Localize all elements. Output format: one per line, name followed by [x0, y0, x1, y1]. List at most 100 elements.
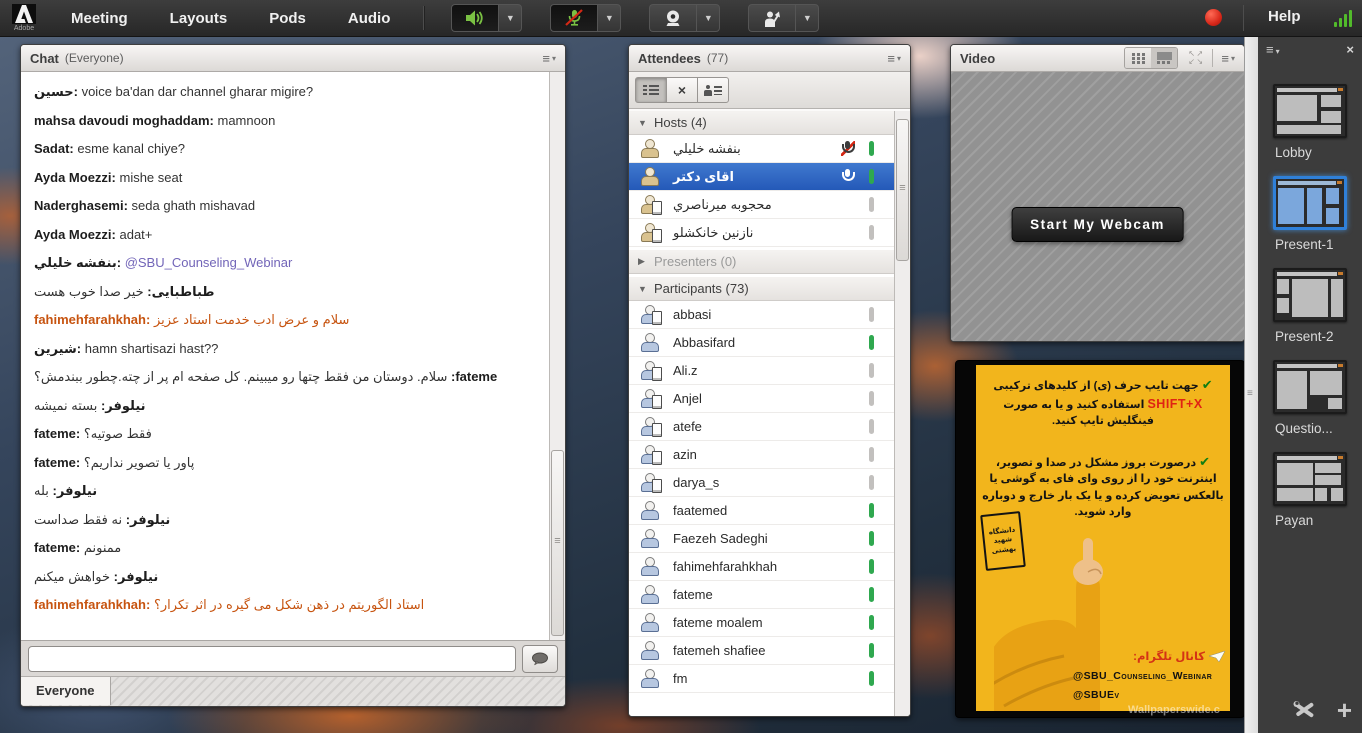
menu-audio[interactable]: Audio	[348, 10, 391, 27]
menu-meeting[interactable]: Meeting	[71, 10, 128, 27]
attendee-row[interactable]: fm	[629, 665, 895, 693]
attendee-status-bar	[869, 475, 874, 490]
attendee-status-bar	[869, 335, 874, 350]
attendee-avatar-icon	[639, 501, 661, 520]
webcam-button[interactable]	[649, 4, 696, 32]
raise-hand-dropdown[interactable]: ▼	[795, 4, 819, 32]
telegram-handle-2: @SBUEv	[1073, 689, 1225, 701]
add-layout-button[interactable]: +	[1337, 699, 1352, 721]
layout-thumbnail[interactable]	[1273, 452, 1347, 506]
layout-thumbnail[interactable]	[1273, 268, 1347, 322]
attendee-row[interactable]: بنفشه خليلي	[629, 135, 895, 163]
chat-pod-menu-button[interactable]: ≡▾	[542, 52, 556, 65]
speaker-dropdown[interactable]: ▼	[498, 4, 522, 32]
speaker-button[interactable]	[451, 4, 498, 32]
attendee-row[interactable]: fateme moalem	[629, 609, 895, 637]
attendee-status-bar	[869, 643, 874, 658]
chat-message-text: hamn shartisazi hast??	[85, 341, 219, 356]
mic-dropdown[interactable]: ▼	[597, 4, 621, 32]
layout-item-payan[interactable]: Payan	[1273, 452, 1347, 528]
everyone-tab[interactable]: Everyone	[21, 677, 111, 705]
status-view-button[interactable]	[697, 77, 729, 103]
chat-message: fateme: سلام. دوستان من فقط چتها رو میبی…	[34, 369, 536, 384]
chat-scrollbar-thumb[interactable]	[551, 450, 564, 636]
chat-message: Ayda Moezzi: adat+	[34, 227, 536, 242]
speech-bubble-icon	[531, 652, 549, 666]
sidebar-resize-handle[interactable]	[1244, 36, 1259, 733]
chat-message-text: بله	[34, 483, 49, 498]
attendee-name: Abbasifard	[673, 335, 735, 350]
shared-poster-image: ✔ جهت تایپ حرف (ی) از کلیدهای ترکیبی SHI…	[976, 365, 1230, 711]
chat-pod-header: Chat (Everyone) ≡▾	[21, 45, 565, 72]
mic-button[interactable]	[550, 4, 597, 32]
chat-message-text: خیر صدا خوب هست	[34, 284, 144, 299]
poster-tip-1: ✔ جهت تایپ حرف (ی) از کلیدهای ترکیبی SHI…	[982, 375, 1224, 430]
hosts-section-header[interactable]: ▼ Hosts (4)	[629, 111, 895, 135]
attendee-row[interactable]: نازنین خانکشلو	[629, 219, 895, 247]
fullscreen-button[interactable]: ↖↗↙↘	[1188, 50, 1204, 66]
connection-strength-icon[interactable]	[1334, 9, 1354, 27]
menu-strip: Meeting Layouts Pods Audio	[50, 10, 411, 27]
layout-thumbnail[interactable]	[1273, 360, 1347, 414]
menu-pods[interactable]: Pods	[269, 10, 306, 27]
attendee-avatar-icon	[639, 529, 661, 548]
chat-message: نیلوفر: بله	[34, 483, 536, 498]
mobile-device-badge-icon	[652, 311, 662, 325]
layout-item-present1[interactable]: Present-1	[1273, 176, 1347, 252]
attendee-row[interactable]: abbasi	[629, 301, 895, 329]
attendee-avatar-icon	[639, 305, 661, 324]
attendee-row[interactable]: محجوبه میرناصري	[629, 191, 895, 219]
chat-message-author: fateme:	[34, 455, 80, 470]
menu-layouts[interactable]: Layouts	[170, 10, 228, 27]
attendee-list-view-button[interactable]	[635, 77, 667, 103]
layout-thumbnail[interactable]	[1273, 84, 1347, 138]
participants-section-header[interactable]: ▼ Participants (73)	[629, 277, 895, 301]
breakout-view-button[interactable]: ×	[666, 77, 698, 103]
attendees-scrollbar-thumb[interactable]	[896, 119, 909, 261]
chat-message-author: Naderghasemi:	[34, 198, 128, 213]
attendees-scrollbar[interactable]	[894, 111, 910, 716]
attendee-row[interactable]: atefe	[629, 413, 895, 441]
layout-item-present2[interactable]: Present-2	[1273, 268, 1347, 344]
presenters-section-header[interactable]: ▶ Presenters (0)	[629, 250, 895, 274]
start-webcam-button[interactable]: Start My Webcam	[1011, 207, 1184, 242]
chat-link[interactable]: @SBU_Counseling_Webinar	[125, 255, 293, 270]
attendee-row[interactable]: faatemed	[629, 497, 895, 525]
chat-message-text: ممنونم	[84, 540, 121, 555]
layout-item-lobby[interactable]: Lobby	[1273, 84, 1347, 160]
chat-message: fahimehfarahkhah: سلام و عرض ادب خدمت اس…	[34, 312, 536, 327]
help-button[interactable]: Help	[1268, 8, 1301, 25]
layout-item-questions[interactable]: Questio...	[1273, 360, 1347, 436]
attendee-row[interactable]: darya_s	[629, 469, 895, 497]
chat-scope-label: (Everyone)	[65, 51, 124, 65]
webcam-dropdown[interactable]: ▼	[696, 4, 720, 32]
attendee-row[interactable]: Abbasifard	[629, 329, 895, 357]
attendee-name: نازنین خانکشلو	[673, 225, 753, 241]
manage-layouts-wrench-icon[interactable]	[1293, 700, 1315, 720]
send-message-button[interactable]	[522, 645, 558, 673]
chat-input[interactable]	[28, 646, 516, 672]
attendee-row[interactable]: fatemeh shafiee	[629, 637, 895, 665]
attendee-row[interactable]: Anjel	[629, 385, 895, 413]
attendee-row[interactable]: اقای دکتر	[629, 163, 895, 191]
layouts-menu-button[interactable]: ≡▾	[1266, 42, 1280, 57]
attendee-row[interactable]: fahimehfarahkhah	[629, 553, 895, 581]
toolbar-divider-2	[1243, 5, 1244, 31]
attendees-pod-menu-button[interactable]: ≡▾	[887, 52, 901, 65]
attendee-row[interactable]: fateme	[629, 581, 895, 609]
layout-thumbnail[interactable]	[1273, 176, 1347, 230]
attendee-name: fateme	[673, 587, 713, 602]
attendee-row[interactable]: azin	[629, 441, 895, 469]
attendee-status-bar	[869, 225, 874, 240]
chat-scrollbar[interactable]	[549, 72, 565, 640]
video-pod-menu-button[interactable]: ≡▾	[1221, 52, 1235, 65]
mobile-device-badge-icon	[652, 229, 662, 243]
layouts-close-button[interactable]: ×	[1346, 42, 1354, 57]
chat-message-author: شیرین:	[34, 341, 81, 356]
chat-message-author: Ayda Moezzi:	[34, 227, 116, 242]
filmstrip-view-button[interactable]	[1151, 48, 1177, 68]
attendee-row[interactable]: Faezeh Sadeghi	[629, 525, 895, 553]
raise-hand-button[interactable]	[748, 4, 795, 32]
grid-view-button[interactable]	[1125, 48, 1151, 68]
attendee-row[interactable]: Ali.z	[629, 357, 895, 385]
